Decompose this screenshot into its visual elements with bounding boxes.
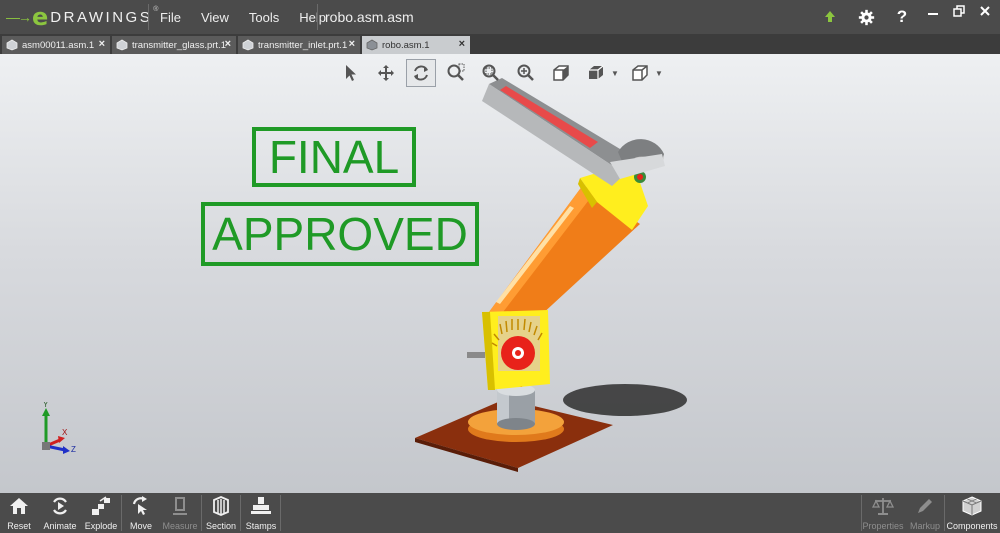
logo-letter: e [32,3,49,31]
axis-x-label: X [62,428,68,437]
measure-icon [173,497,187,515]
title-divider [148,4,149,30]
logo-arrow-icon: —→ [6,9,32,25]
tab-transmitter-inlet[interactable]: transmitter_inlet.prt.1 × [238,36,360,54]
tab-transmitter-glass[interactable]: transmitter_glass.prt.1 × [112,36,236,54]
move-label: Move [129,521,152,531]
stamp-approved[interactable]: APPROVED [201,202,479,266]
chevron-down-icon[interactable]: ▼ [655,69,663,78]
toolbar-divider [121,495,122,531]
window-controls [920,0,998,22]
animate-label: Animate [43,521,77,531]
tab-robo[interactable]: robo.asm.1 × [362,36,470,54]
stamps-button[interactable]: Stamps [244,493,278,533]
axis-triad: Y X Z [38,400,80,463]
close-tab-icon[interactable]: × [99,38,105,50]
toolbar-divider [240,495,241,531]
assembly-icon [366,39,378,51]
upload-icon[interactable] [812,4,848,30]
axis-y-label: Y [43,402,49,409]
stamp-final[interactable]: FINAL [252,127,416,187]
explode-icon [92,496,110,515]
zoom-in-out-icon[interactable] [511,59,541,87]
move-button[interactable]: Move [126,493,156,533]
components-icon [962,496,982,516]
edrawings-logo: —→ e DRAWINGS ® [6,3,158,31]
part-icon [242,39,254,51]
measure-button[interactable]: Measure [160,493,200,533]
components-label: Components [946,521,998,531]
reset-label: Reset [7,521,31,531]
view-orientation-icon[interactable] [581,59,611,87]
reset-button[interactable]: Reset [4,493,34,533]
standard-views-icon[interactable] [625,59,655,87]
markup-button[interactable]: Markup [907,493,943,533]
explode-button[interactable]: Explode [83,493,119,533]
markup-label: Markup [909,521,940,531]
properties-button[interactable]: Properties [862,493,904,533]
title-bar: —→ e DRAWINGS ® File View Tools Help rob… [0,0,1000,34]
scales-icon [872,498,894,515]
menu-tools[interactable]: Tools [239,10,289,25]
toolbar-divider [280,495,281,531]
toolbar-divider [944,495,945,531]
stamps-label: Stamps [245,521,277,531]
tab-label: asm00011.asm.1 [22,39,95,51]
measure-label: Measure [162,521,198,531]
pen-icon [918,499,932,513]
gear-icon[interactable] [848,4,884,30]
document-title: robo.asm.asm [325,9,414,25]
3d-viewport[interactable]: ▼ ▼ FINAL APPROVED Y X Z [0,54,1000,493]
close-tab-icon[interactable]: × [349,38,355,50]
logo-word: DRAWINGS [50,8,153,26]
title-icons: ? [812,4,920,30]
pan-icon[interactable] [371,59,401,87]
select-arrow-icon[interactable] [336,59,366,87]
home-icon [10,498,28,514]
robot-arm-model[interactable] [0,54,1000,493]
move-icon [132,496,147,515]
zoom-to-area-icon[interactable] [441,59,471,87]
tab-label: transmitter_glass.prt.1 [132,39,226,51]
stamps-icon [251,497,271,514]
menu-bar: File View Tools Help [150,0,336,34]
view-toolbar: ▼ ▼ [336,58,669,88]
section-label: Section [205,521,237,531]
minimize-icon[interactable] [920,0,946,22]
model-shadow [563,384,687,416]
restore-icon[interactable] [946,0,972,22]
toolbar-divider [201,495,202,531]
bottom-toolbar: Reset Animate Explode Move Measure Secti… [0,493,1000,533]
properties-label: Properties [862,521,904,531]
tab-label: transmitter_inlet.prt.1 [258,39,348,51]
tab-label: robo.asm.1 [382,39,430,51]
close-icon[interactable] [972,0,998,22]
title-divider [317,4,318,30]
explode-label: Explode [84,521,118,531]
assembly-icon [6,39,18,51]
components-button[interactable]: Components [946,493,998,533]
help-icon[interactable]: ? [884,4,920,30]
close-tab-icon[interactable]: × [459,38,465,50]
document-tabs: asm00011.asm.1 × transmitter_glass.prt.1… [0,34,1000,54]
rotate-icon[interactable] [406,59,436,87]
tab-asm00011[interactable]: asm00011.asm.1 × [2,36,110,54]
chevron-down-icon[interactable]: ▼ [611,69,619,78]
section-icon [213,496,229,516]
zoom-to-fit-icon[interactable] [476,59,506,87]
part-icon [116,39,128,51]
axis-z-label: Z [71,445,76,454]
section-button[interactable]: Section [205,493,237,533]
animate-button[interactable]: Animate [40,493,80,533]
animate-icon [53,497,67,515]
shaded-display-icon[interactable] [546,59,576,87]
menu-file[interactable]: File [150,10,191,25]
close-tab-icon[interactable]: × [225,38,231,50]
menu-view[interactable]: View [191,10,239,25]
